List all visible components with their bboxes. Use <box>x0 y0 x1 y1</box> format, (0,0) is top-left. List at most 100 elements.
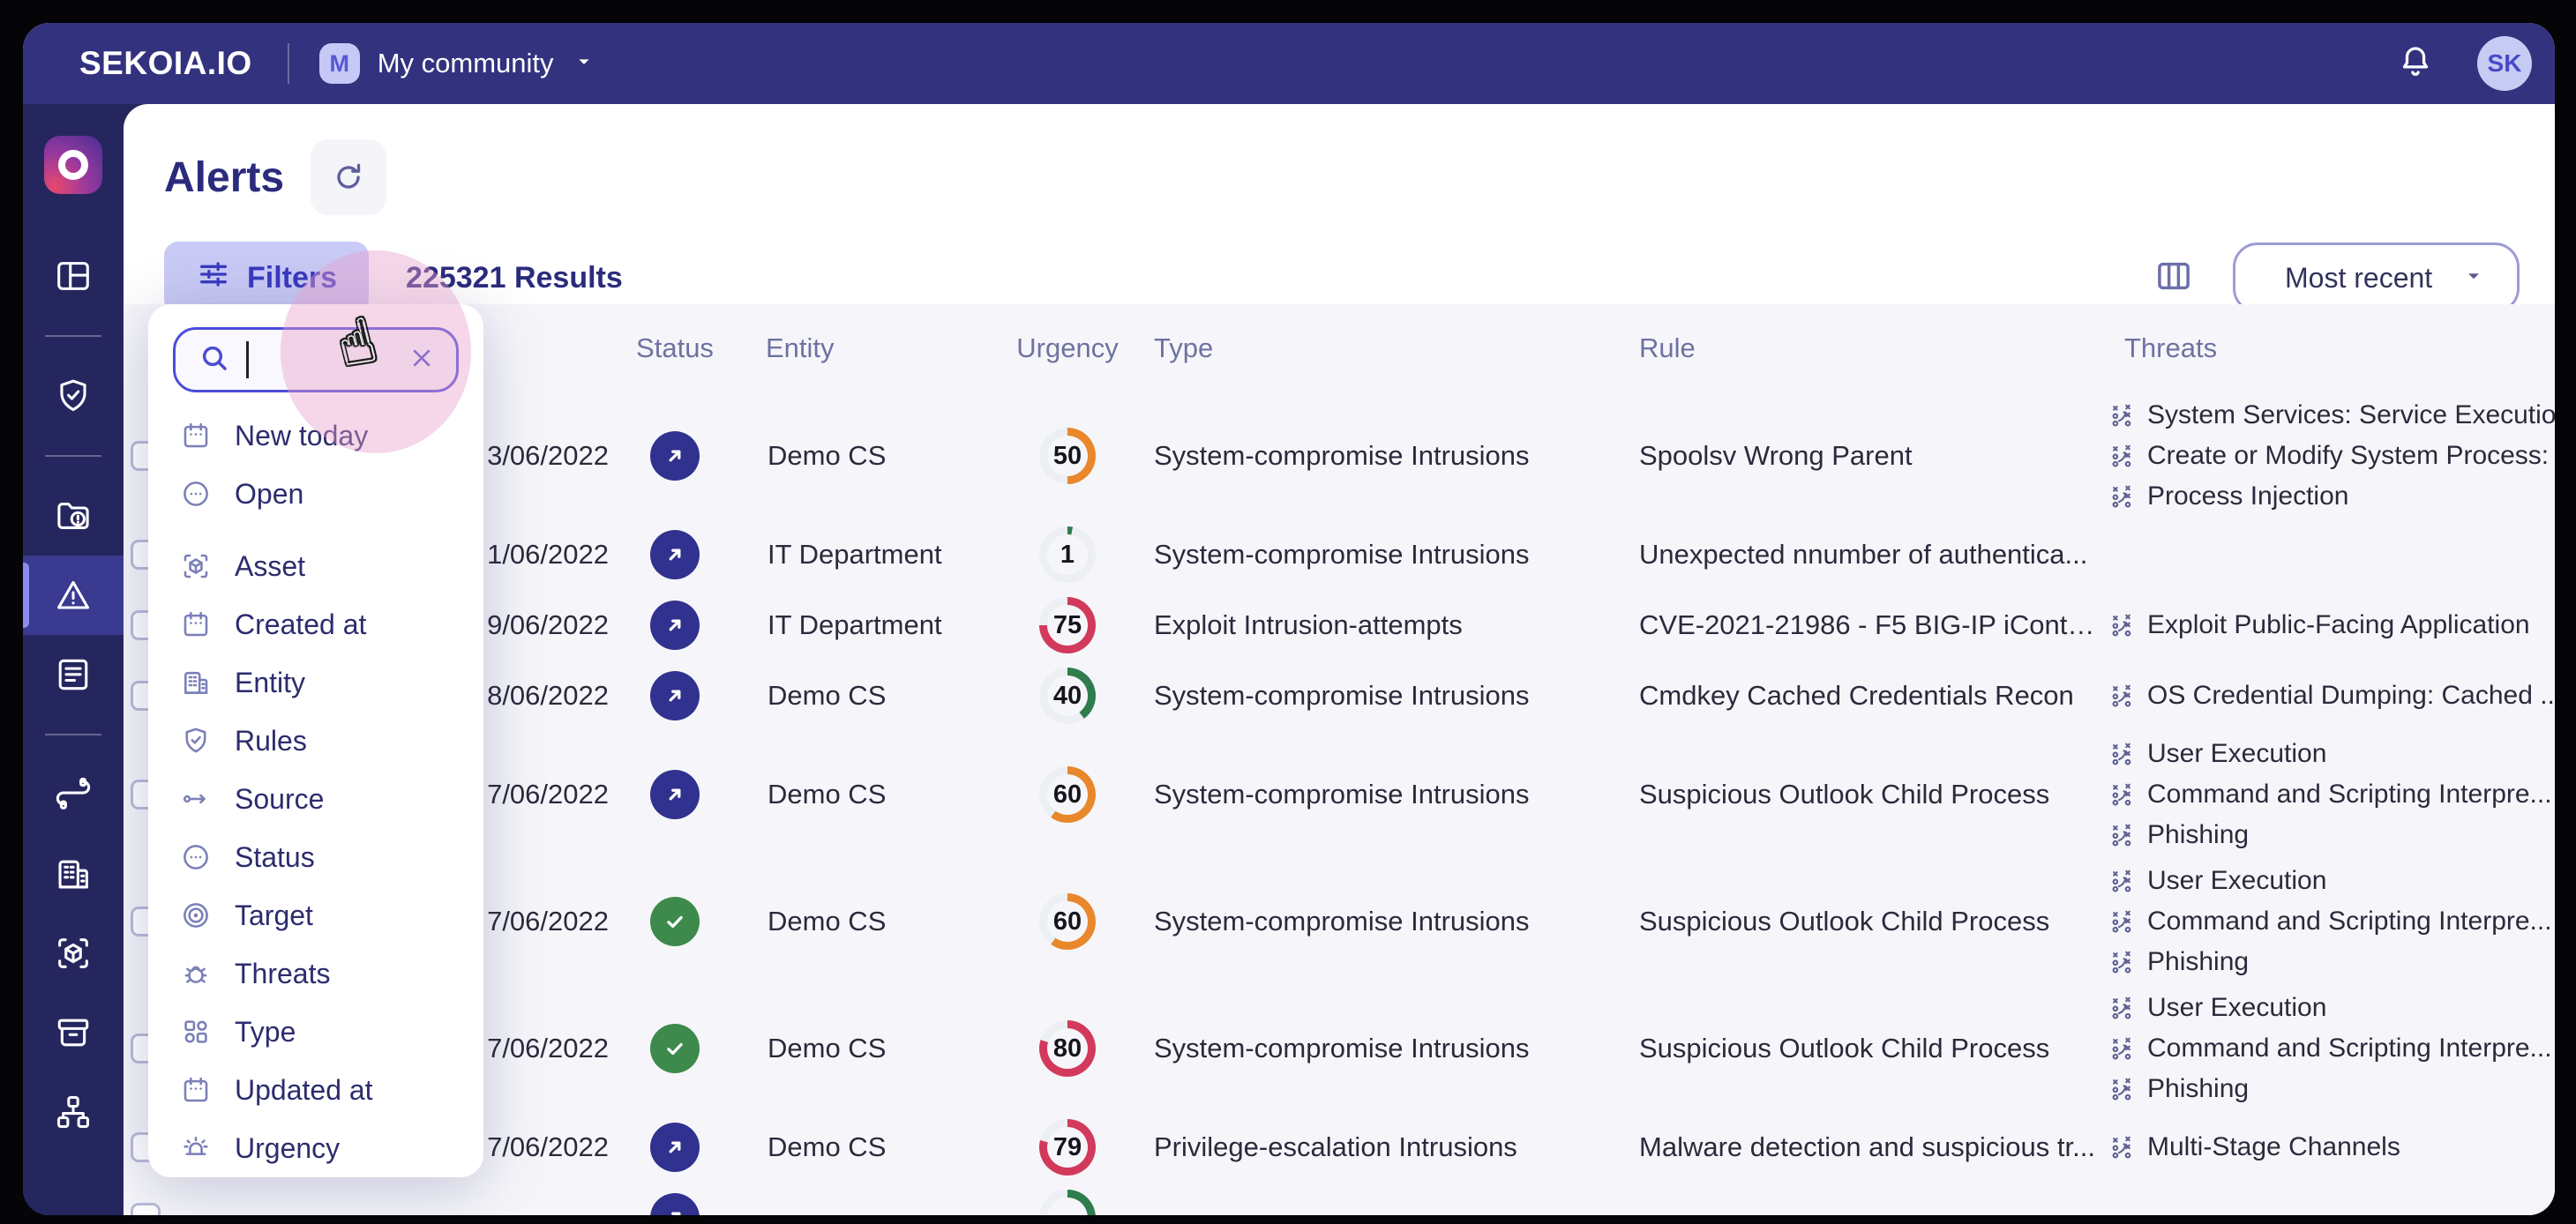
column-header-threats[interactable]: Threats <box>2100 332 2555 364</box>
columns-toggle-button[interactable] <box>2153 256 2194 301</box>
filter-item-threats[interactable]: Threats <box>148 944 483 1003</box>
alert-threats: Exploit Public-Facing Application <box>2100 605 2555 646</box>
filter-item-source[interactable]: Source <box>148 770 483 828</box>
threat-tag[interactable]: User Execution <box>2108 861 2555 901</box>
filter-item-type[interactable]: Type <box>148 1003 483 1061</box>
threat-tag[interactable]: Create or Modify System Process: ... <box>2108 436 2555 476</box>
table-row[interactable]: 7/06/2022Demo CS60System-compromise Intr… <box>124 858 2555 985</box>
sidebar-item-shield-check[interactable] <box>23 356 124 436</box>
threat-tag[interactable]: Phishing <box>2108 942 2555 982</box>
close-icon[interactable] <box>407 343 437 377</box>
filter-item-status[interactable]: Status <box>148 828 483 886</box>
filter-item-asset[interactable]: Asset <box>148 537 483 595</box>
threat-tag[interactable]: Phishing <box>2108 1069 2555 1109</box>
check-icon <box>660 1034 690 1064</box>
alert-threats: User ExecutionCommand and Scripting Inte… <box>2100 861 2555 982</box>
column-header-type[interactable]: Type <box>1129 332 1614 364</box>
threat-tag[interactable]: OS Credential Dumping: Cached ... <box>2108 675 2555 716</box>
filter-search-box[interactable] <box>173 327 459 392</box>
threat-tag[interactable]: Phishing <box>2108 815 2555 855</box>
filter-item-target[interactable]: Target <box>148 886 483 944</box>
bell-icon <box>2396 42 2435 81</box>
results-count: 225321 Results <box>406 261 623 295</box>
sidebar-item-archive-box[interactable] <box>23 993 124 1072</box>
tactic-icon <box>2108 682 2137 710</box>
filter-item-open[interactable]: Open <box>148 465 483 523</box>
building-icon <box>53 854 94 894</box>
alert-entity: Demo CS <box>741 680 1006 712</box>
threat-tag[interactable]: Exploit Public-Facing Application <box>2108 605 2555 646</box>
threat-tag[interactable]: Multi-Stage Channels <box>2108 1127 2555 1168</box>
tactic-icon <box>2108 1075 2137 1103</box>
alert-rule: Suspicious Outlook Child Process <box>1614 779 2100 810</box>
arrow-up-right-icon <box>660 610 690 640</box>
table-row[interactable]: 7/06/2022Demo CS80System-compromise Intr… <box>124 985 2555 1112</box>
filter-item-label: Entity <box>235 667 305 699</box>
column-header-status[interactable]: Status <box>609 332 741 364</box>
sidebar-item-connector-cable[interactable] <box>23 755 124 834</box>
filters-button[interactable]: Filters <box>164 242 369 314</box>
alert-threats: Multi-Stage Channels <box>2100 1127 2555 1168</box>
notifications-bell-icon[interactable] <box>2396 42 2435 86</box>
status-circle-icon <box>180 841 212 873</box>
alert-entity: IT Department <box>741 609 1006 641</box>
calendar-icon <box>180 420 212 452</box>
row-checkbox[interactable] <box>131 1203 161 1215</box>
table-row[interactable]: 3/06/2022Demo CS50System-compromise Intr… <box>124 392 2555 519</box>
search-icon <box>197 340 232 380</box>
tactic-icon <box>2108 867 2137 895</box>
filter-search-input[interactable] <box>249 345 407 375</box>
sidebar-item-asset-cube[interactable] <box>23 914 124 993</box>
threat-label: System Services: Service Execution <box>2147 400 2555 430</box>
app-logo-icon[interactable] <box>44 136 102 194</box>
sidebar-item-dashboard[interactable] <box>23 236 124 316</box>
sekoia-logo: SEKOIA.IO <box>79 45 252 82</box>
status-resolved-icon <box>650 897 700 946</box>
threat-tag[interactable]: System Services: Service Execution <box>2108 395 2555 436</box>
column-header-rule[interactable]: Rule <box>1614 332 2100 364</box>
building-icon <box>180 667 212 698</box>
toolbar: Filters 225321 Results Most recent <box>124 242 2555 314</box>
user-avatar[interactable]: SK <box>2477 36 2532 91</box>
sidebar-item-warning-triangle[interactable] <box>23 556 124 635</box>
filter-item-entity[interactable]: Entity <box>148 653 483 712</box>
threat-tag[interactable]: Process Injection <box>2108 476 2555 517</box>
filter-item-label: Target <box>235 899 313 932</box>
sort-dropdown[interactable]: Most recent <box>2233 243 2520 313</box>
urgency-gauge <box>1039 1190 1096 1215</box>
table-row[interactable]: 7/06/2022Demo CS60System-compromise Intr… <box>124 731 2555 858</box>
table-row[interactable]: 7/06/2022Demo CS79Privilege-escalation I… <box>124 1112 2555 1183</box>
filter-item-urgency[interactable]: Urgency <box>148 1119 483 1177</box>
threat-tag[interactable]: Command and Scripting Interpre... <box>2108 1028 2555 1069</box>
filter-item-new-today[interactable]: New today <box>148 407 483 465</box>
column-header-entity[interactable]: Entity <box>741 332 1006 364</box>
alert-rule: Malware detection and suspicious tr... <box>1614 1131 2100 1163</box>
filter-item-created-at[interactable]: Created at <box>148 595 483 653</box>
threat-tag[interactable]: User Execution <box>2108 988 2555 1028</box>
sidebar-item-building[interactable] <box>23 834 124 914</box>
arrow-up-right-icon <box>660 540 690 570</box>
threat-tag[interactable]: Command and Scripting Interpre... <box>2108 774 2555 815</box>
status-escalated-icon <box>650 601 700 650</box>
community-avatar: M <box>319 43 360 84</box>
alert-entity: Demo CS <box>741 1033 1006 1064</box>
table-row[interactable]: 1/06/2022IT Department1System-compromise… <box>124 519 2555 590</box>
filter-item-updated-at[interactable]: Updated at <box>148 1061 483 1119</box>
sidebar-item-org-chart[interactable] <box>23 1072 124 1152</box>
filter-item-label: Type <box>235 1016 296 1049</box>
alert-threats: System Services: Service Execution Create… <box>2100 395 2555 517</box>
table-row[interactable] <box>124 1183 2555 1215</box>
threat-tag[interactable]: Command and Scripting Interpre... <box>2108 901 2555 942</box>
filter-item-label: Rules <box>235 725 307 758</box>
column-header-urgency[interactable]: Urgency <box>1006 332 1129 364</box>
threat-label: Create or Modify System Process: ... <box>2147 441 2555 471</box>
sidebar-item-document-lines[interactable] <box>23 635 124 714</box>
table-row[interactable]: 8/06/2022Demo CS40System-compromise Intr… <box>124 661 2555 731</box>
filter-item-rules[interactable]: Rules <box>148 712 483 770</box>
threat-tag[interactable]: User Execution <box>2108 734 2555 774</box>
app-window: SEKOIA.IO M My community SK Alerts Filte… <box>23 23 2555 1215</box>
community-selector[interactable]: M My community <box>319 43 596 84</box>
refresh-button[interactable] <box>311 139 386 215</box>
table-row[interactable]: 9/06/2022IT Department75Exploit Intrusio… <box>124 590 2555 661</box>
sidebar-item-folder-alert[interactable] <box>23 476 124 556</box>
